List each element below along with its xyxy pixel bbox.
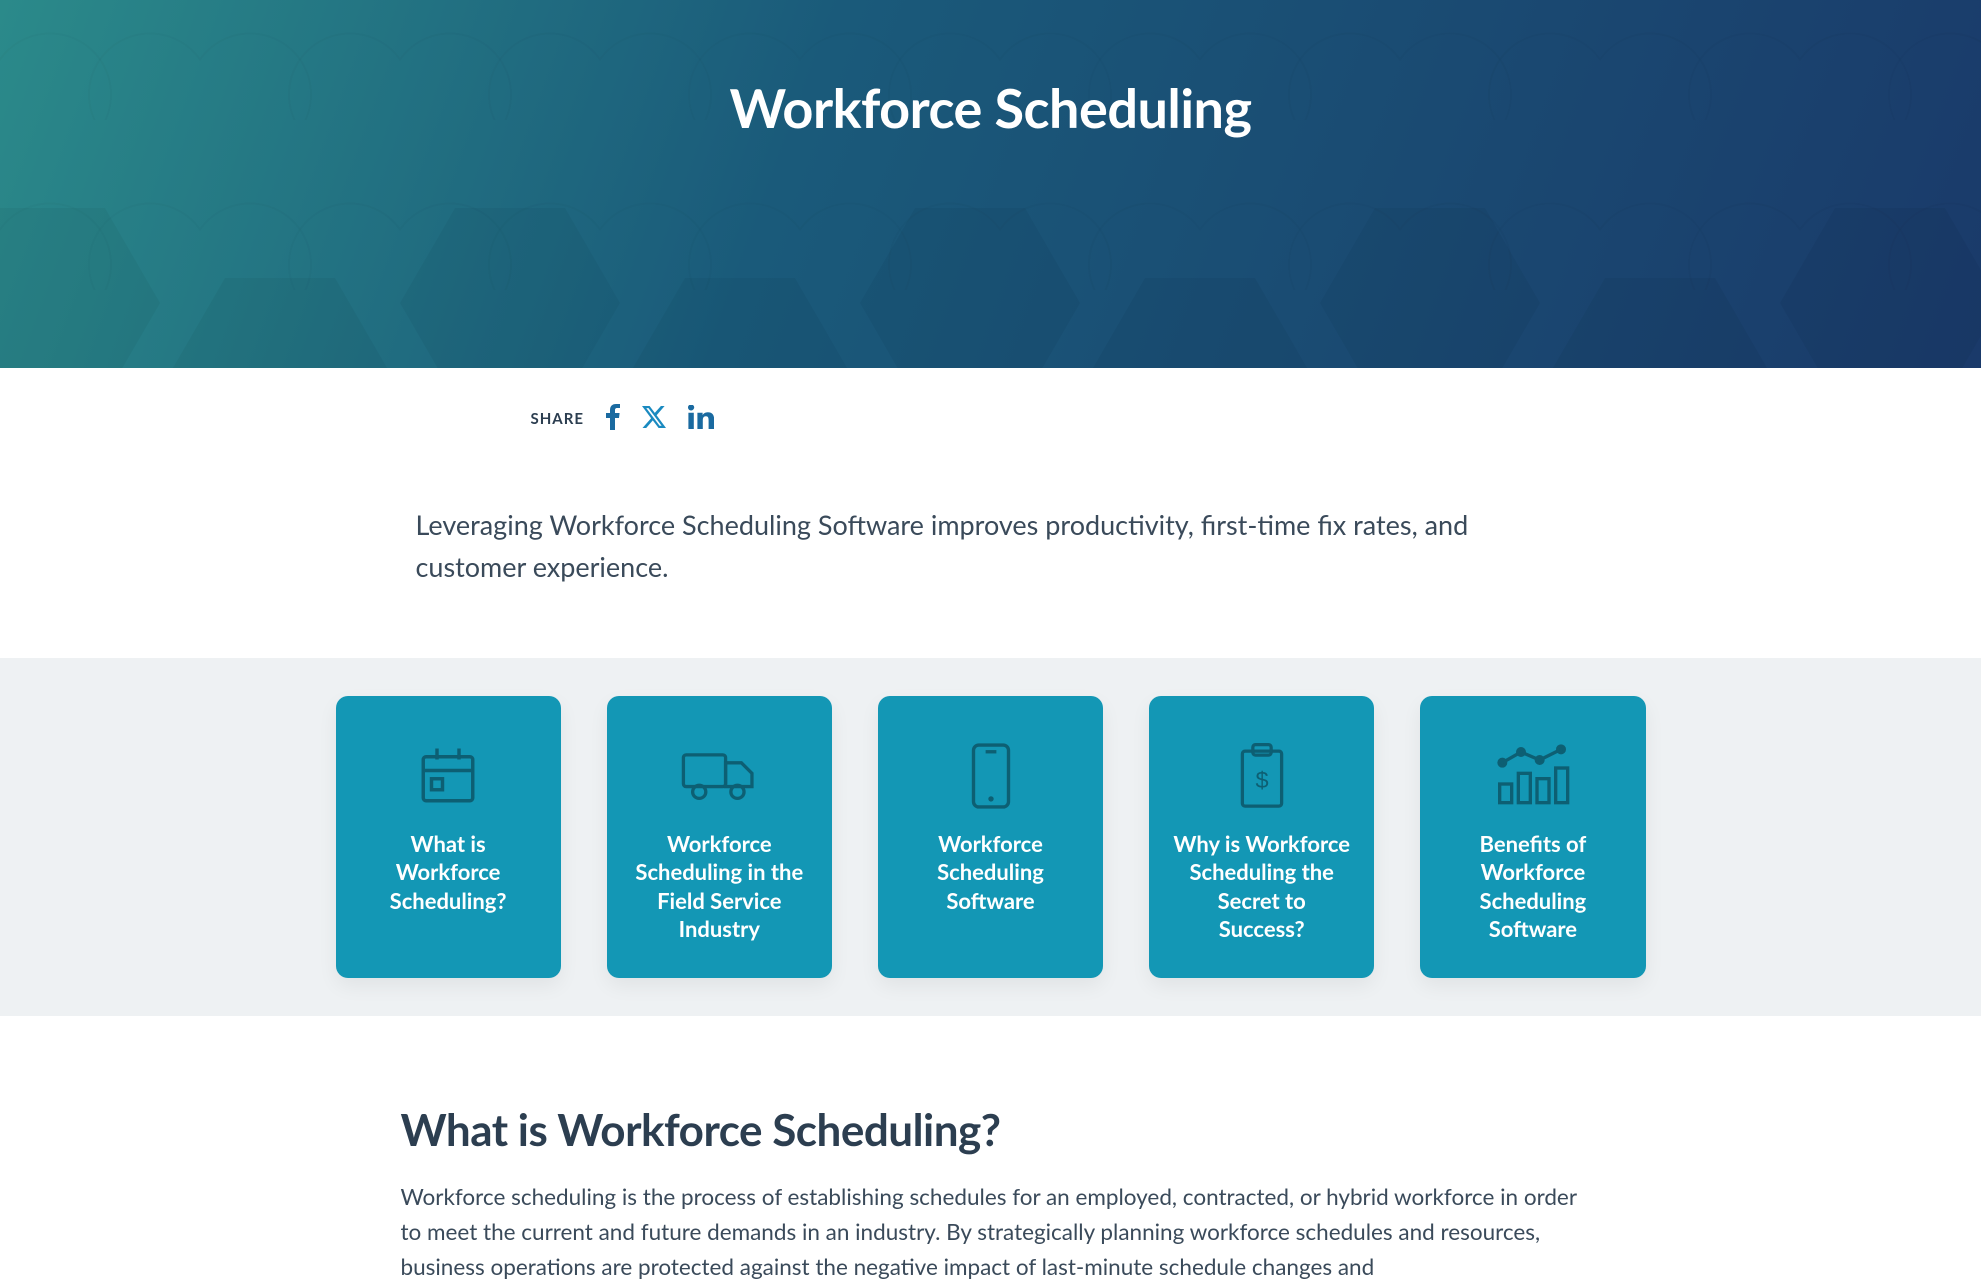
nav-card-secret-success[interactable]: $ Why is Workforce Scheduling the Secret… (1149, 696, 1374, 978)
nav-card-software[interactable]: Workforce Scheduling Software (878, 696, 1103, 978)
phone-icon (969, 726, 1013, 826)
x-icon (642, 406, 666, 432)
share-facebook-link[interactable] (606, 404, 620, 434)
share-x-link[interactable] (642, 406, 666, 432)
calendar-icon (415, 726, 481, 826)
nav-card-title: Why is Workforce Scheduling the Secret t… (1173, 830, 1350, 944)
nav-cards-wrap: What is Workforce Scheduling? Workforce … (166, 696, 1816, 978)
svg-text:$: $ (1255, 766, 1268, 792)
hexagon-pattern (0, 148, 1981, 368)
nav-card-title: What is Workforce Scheduling? (360, 830, 537, 916)
share-linkedin-link[interactable] (688, 405, 714, 433)
nav-card-benefits[interactable]: Benefits of Workforce Scheduling Softwar… (1420, 696, 1645, 978)
nav-cards-section: What is Workforce Scheduling? Workforce … (0, 658, 1981, 1016)
share-icons-group (606, 404, 714, 434)
article-body: Workforce scheduling is the process of e… (401, 1180, 1581, 1285)
hero-banner: Workforce Scheduling (0, 0, 1981, 368)
nav-card-field-service[interactable]: Workforce Scheduling in the Field Servic… (607, 696, 832, 978)
linkedin-icon (688, 405, 714, 433)
article-heading: What is Workforce Scheduling? (401, 1104, 1581, 1156)
nav-card-title: Workforce Scheduling Software (902, 830, 1079, 916)
intro-text: Leveraging Workforce Scheduling Software… (416, 504, 1566, 588)
page-title: Workforce Scheduling (729, 75, 1251, 140)
chart-icon (1494, 726, 1572, 826)
article-section: What is Workforce Scheduling? Workforce … (401, 1016, 1581, 1285)
nav-card-title: Workforce Scheduling in the Field Servic… (631, 830, 808, 944)
share-label: SHARE (531, 410, 584, 428)
intro-section: Leveraging Workforce Scheduling Software… (416, 434, 1566, 658)
clipboard-dollar-icon: $ (1235, 726, 1289, 826)
nav-card-title: Benefits of Workforce Scheduling Softwar… (1444, 830, 1621, 944)
share-row: SHARE (416, 368, 1566, 434)
facebook-icon (606, 404, 620, 434)
nav-card-what-is[interactable]: What is Workforce Scheduling? (336, 696, 561, 978)
truck-icon (679, 726, 759, 826)
